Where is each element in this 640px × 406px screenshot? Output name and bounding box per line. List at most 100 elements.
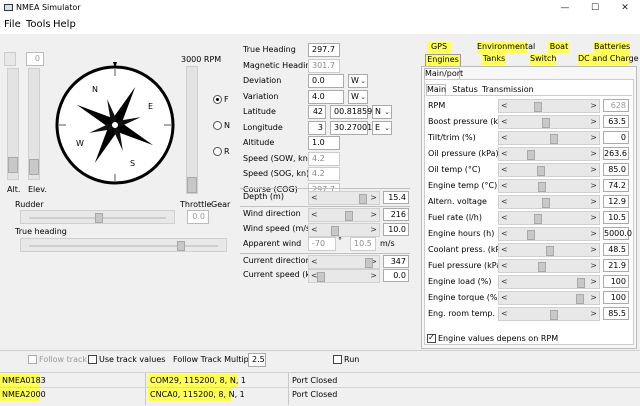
tab-gps[interactable]: GPS — [427, 42, 451, 53]
engine-row-slider[interactable]: < > — [498, 243, 600, 257]
engine-row-value[interactable]: 85.0 — [603, 163, 629, 176]
engine-row-slider-thumb[interactable] — [538, 262, 546, 272]
depth-slider[interactable]: < > — [308, 191, 380, 205]
depth-value[interactable]: 15.4 — [383, 191, 409, 204]
alt-spin-arrows[interactable] — [4, 52, 20, 66]
minimize-button[interactable]: — — [550, 0, 580, 16]
engine-row-value[interactable]: 100 — [603, 275, 629, 288]
tab-main[interactable]: Main — [426, 84, 446, 95]
altitude-slider-thumb[interactable] — [8, 157, 18, 173]
engine-row-slider-thumb[interactable] — [542, 118, 550, 128]
engine-row-value[interactable]: 21.9 — [603, 259, 629, 272]
engine-row-slider[interactable]: < > — [498, 163, 600, 177]
slider-left-arrow[interactable]: < — [501, 277, 508, 286]
gear-forward-radio[interactable] — [213, 95, 222, 104]
engine-row-slider[interactable]: < > — [498, 291, 600, 305]
altitude-slider[interactable] — [7, 68, 19, 180]
engine-row-value[interactable]: 74.2 — [603, 179, 629, 192]
wind-speed-value[interactable]: 10.0 — [383, 223, 409, 236]
slider-left-arrow[interactable]: < — [501, 149, 508, 158]
slider-left-arrow[interactable]: < — [501, 229, 508, 238]
engine-row-value[interactable]: 10.5 — [603, 211, 629, 224]
slider-left-arrow[interactable]: < — [501, 133, 508, 142]
tab-dc-and-charge[interactable]: DC and Charge — [578, 54, 639, 65]
slider-right-arrow[interactable]: > — [590, 309, 597, 318]
rudder-slider-thumb[interactable] — [95, 213, 103, 223]
current-speed-slider[interactable]: < > — [308, 269, 380, 283]
engine-row-value[interactable]: 5000.0 — [603, 227, 632, 240]
slider-right-arrow[interactable]: > — [590, 133, 597, 142]
wind-direction-slider-thumb[interactable] — [345, 211, 353, 221]
slider-right-arrow[interactable]: > — [590, 101, 597, 110]
slider-left-arrow[interactable]: < — [501, 197, 508, 206]
gear-neutral-radio[interactable] — [213, 121, 222, 130]
elevation-slider[interactable] — [28, 68, 40, 180]
engine-row-slider-thumb[interactable] — [550, 134, 558, 144]
menu-help[interactable]: Help — [53, 19, 76, 30]
throttle-slider[interactable] — [186, 66, 198, 194]
slider-left-arrow[interactable]: < — [501, 293, 508, 302]
engine-row-value[interactable]: 100 — [603, 291, 629, 304]
engine-row-value[interactable]: 12.9 — [603, 195, 629, 208]
tab-environmental[interactable]: Environmental — [477, 42, 535, 53]
slider-right-arrow[interactable]: > — [590, 229, 597, 238]
menu-file[interactable]: File — [4, 19, 21, 30]
slider-right-arrow[interactable]: > — [590, 293, 597, 302]
engine-row-value[interactable]: 48.5 — [603, 243, 629, 256]
engine-row-slider[interactable]: < > — [498, 227, 600, 241]
hemisphere-combo[interactable]: W ⌄ — [348, 74, 368, 88]
engine-row-slider-thumb[interactable] — [546, 246, 554, 256]
current-direction-slider-thumb[interactable] — [365, 258, 373, 268]
engine-row-slider-thumb[interactable] — [527, 150, 535, 160]
hemisphere-combo[interactable]: E ⌄ — [372, 121, 392, 135]
tab-batteries[interactable]: Batteries — [594, 42, 630, 53]
field-value[interactable]: 0.0 — [308, 74, 344, 88]
engine-row-slider[interactable]: < > — [498, 99, 600, 113]
engine-row-slider-thumb[interactable] — [542, 198, 550, 208]
gear-reverse-radio[interactable] — [213, 147, 222, 156]
engine-row-slider-thumb[interactable] — [534, 102, 542, 112]
tab-switch[interactable]: Switch — [530, 54, 556, 65]
compass-rose[interactable]: N E S W — [50, 60, 180, 190]
slider-left-arrow[interactable]: < — [501, 165, 508, 174]
wind-speed-slider[interactable]: < > — [308, 223, 380, 237]
engine-row-slider-thumb[interactable] — [576, 294, 584, 304]
engine-row-slider-thumb[interactable] — [577, 278, 585, 288]
coord-degrees-field[interactable]: 42 — [308, 105, 326, 119]
slider-right-arrow[interactable]: > — [590, 245, 597, 254]
gear-value[interactable]: 0.0 — [187, 210, 209, 224]
alt-spin-value[interactable]: 0 — [26, 52, 44, 66]
engine-row-slider[interactable]: < > — [498, 115, 600, 129]
slider-left-arrow[interactable]: < — [501, 213, 508, 222]
menu-tools[interactable]: Tools — [26, 19, 51, 30]
tab-status[interactable]: Status — [452, 85, 478, 95]
engine-row-slider[interactable]: < > — [498, 195, 600, 209]
run-checkbox[interactable] — [333, 355, 342, 364]
engine-row-value[interactable]: 263.6 — [603, 147, 629, 160]
slider-right-arrow[interactable]: > — [590, 197, 597, 206]
wind-direction-value[interactable]: 216 — [383, 208, 409, 221]
engine-row-value[interactable]: 63.5 — [603, 115, 629, 128]
engine-row-slider-thumb[interactable] — [550, 310, 558, 320]
throttle-slider-thumb[interactable] — [187, 177, 197, 193]
slider-left-arrow[interactable]: < — [501, 101, 508, 110]
follow-multiplier-value[interactable]: 2.5 — [248, 353, 266, 367]
field-value[interactable]: 1.0 — [308, 136, 340, 150]
engine-row-slider[interactable]: < > — [498, 147, 600, 161]
slider-right-arrow[interactable]: > — [590, 149, 597, 158]
engine-row-slider-thumb[interactable] — [534, 214, 542, 224]
coord-minutes-field[interactable]: 30.27001 — [330, 121, 372, 135]
field-value[interactable]: 4.0 — [308, 90, 344, 104]
engine-row-value[interactable]: 85.5 — [603, 307, 629, 320]
true-heading-slider[interactable] — [20, 238, 227, 252]
maximize-button[interactable]: ☐ — [580, 0, 610, 16]
engine-row-slider[interactable]: < > — [498, 179, 600, 193]
tab-boat[interactable]: Boat — [548, 42, 570, 53]
current-direction-slider[interactable]: < > — [308, 255, 380, 269]
true-heading-slider-thumb[interactable] — [177, 241, 185, 251]
slider-left-arrow[interactable]: < — [501, 261, 508, 270]
tab-transmission[interactable]: Transmission — [482, 85, 534, 95]
engine-depends-rpm-checkbox[interactable] — [427, 333, 436, 343]
current-direction-value[interactable]: 347 — [383, 255, 409, 268]
coord-degrees-field[interactable]: 3 — [308, 121, 326, 135]
